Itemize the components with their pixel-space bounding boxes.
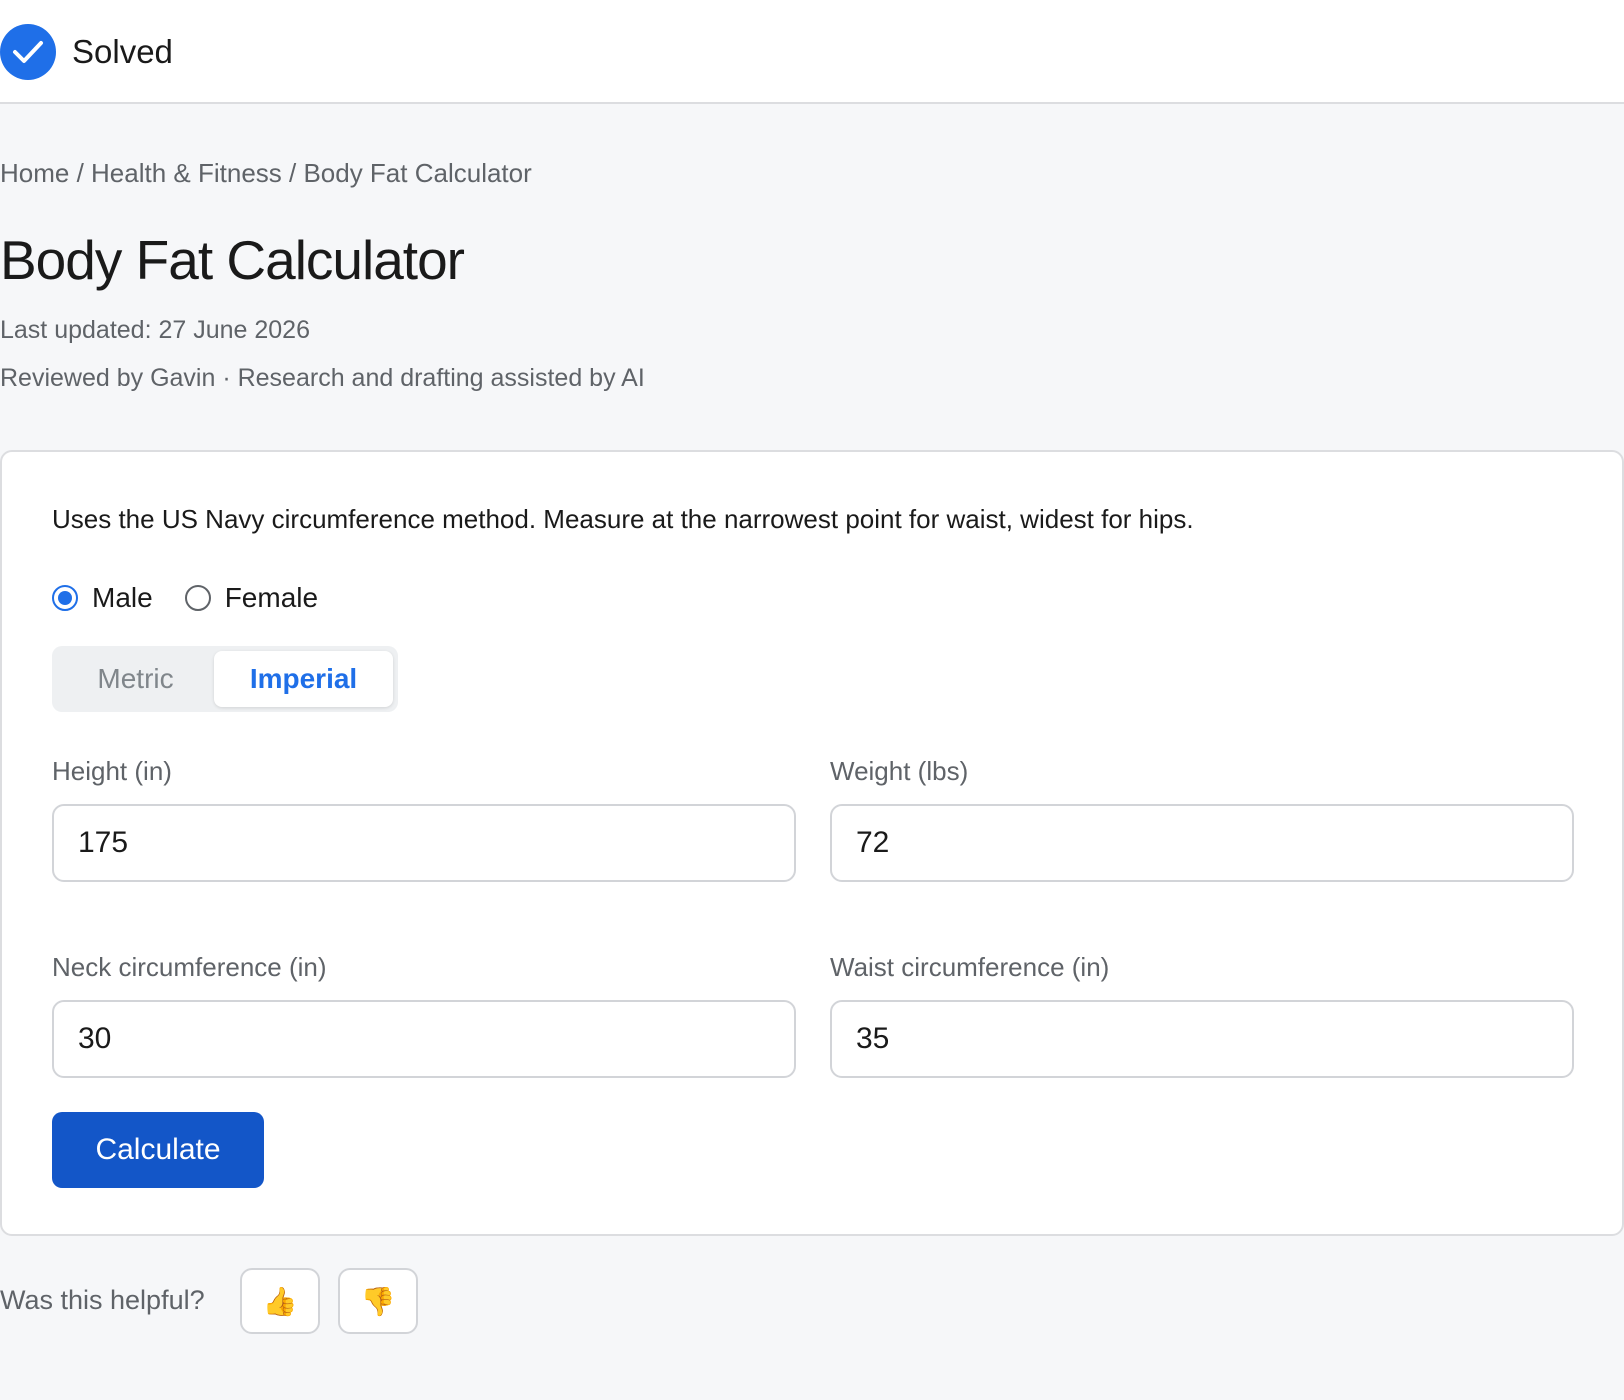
check-circle-icon bbox=[0, 24, 56, 80]
radio-female-label: Female bbox=[224, 582, 319, 613]
weight-input[interactable]: 72 bbox=[830, 804, 1574, 882]
thumbs-up-icon: 👍 bbox=[262, 1285, 298, 1317]
radio-male[interactable]: Male bbox=[52, 582, 153, 614]
reviewed-by: Reviewed by Gavin · Research and draftin… bbox=[0, 364, 645, 392]
thumbs-up-button[interactable]: 👍 bbox=[240, 1268, 320, 1334]
thumbs-down-icon: 👎 bbox=[360, 1285, 396, 1317]
radio-female-indicator[interactable] bbox=[184, 585, 211, 611]
calculator-card: Uses the US Navy circumference method. M… bbox=[0, 450, 1624, 1236]
unit-imperial-button[interactable]: Imperial bbox=[214, 651, 393, 707]
thumbs-down-button[interactable]: 👎 bbox=[338, 1268, 418, 1334]
breadcrumb[interactable]: Home / Health & Fitness / Body Fat Calcu… bbox=[0, 158, 532, 189]
radio-female[interactable]: Female bbox=[184, 582, 319, 614]
solved-status: Solved bbox=[0, 24, 173, 80]
radio-male-indicator[interactable] bbox=[52, 585, 78, 611]
weight-label: Weight (lbs) bbox=[830, 756, 969, 786]
last-updated: Last updated: 27 June 2026 bbox=[0, 316, 310, 344]
top-header: Solved bbox=[0, 0, 1624, 104]
unit-metric-button[interactable]: Metric bbox=[57, 651, 214, 707]
page-title: Body Fat Calculator bbox=[0, 229, 465, 291]
neck-input[interactable]: 30 bbox=[52, 1000, 796, 1078]
waist-label: Waist circumference (in) bbox=[830, 952, 1110, 982]
waist-input[interactable]: 35 bbox=[830, 1000, 1574, 1078]
radio-male-label: Male bbox=[92, 582, 153, 613]
unit-toggle: Metric Imperial bbox=[52, 646, 398, 712]
height-label: Height (in) bbox=[52, 756, 172, 786]
calculator-intro: Uses the US Navy circumference method. M… bbox=[52, 504, 1194, 534]
feedback-question: Was this helpful? bbox=[0, 1285, 205, 1315]
calculate-button[interactable]: Calculate bbox=[52, 1112, 264, 1188]
solved-label: Solved bbox=[72, 33, 173, 70]
neck-label: Neck circumference (in) bbox=[52, 952, 327, 982]
sex-radio-group: Male Female bbox=[52, 580, 350, 616]
height-input[interactable]: 175 bbox=[52, 804, 796, 882]
